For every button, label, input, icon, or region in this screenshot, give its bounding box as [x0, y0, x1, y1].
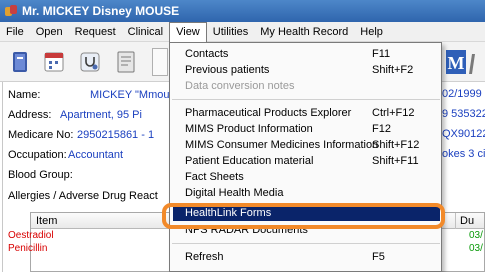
- menu-item-label: Fact Sheets: [185, 171, 244, 183]
- menu-item-mims-consumer-medicines-information[interactable]: MIMS Consumer Medicines Information Shif…: [185, 138, 440, 153]
- menu-item-shortcut: Shift+F2: [372, 64, 414, 76]
- blood-group-label: Blood Group:: [8, 169, 73, 181]
- menu-item-label: NPS RADAR Documents: [185, 224, 308, 236]
- menu-item-label: MIMS Product Information: [185, 123, 313, 135]
- dob-value: 02/1999: [442, 88, 482, 100]
- allergies-label: Allergies / Adverse Drug React: [8, 190, 158, 202]
- menu-clinical[interactable]: Clinical: [122, 22, 169, 42]
- menu-item-label: Data conversion notes: [185, 80, 295, 92]
- menu-utilities[interactable]: Utilities: [207, 22, 254, 42]
- menu-separator: [172, 99, 440, 100]
- calendar-icon[interactable]: [40, 48, 68, 76]
- menu-separator: [172, 243, 440, 244]
- menu-my-health-record[interactable]: My Health Record: [254, 22, 354, 42]
- address-value[interactable]: Apartment, 95 Pi: [60, 108, 142, 122]
- address-label: Address:: [8, 109, 52, 121]
- menu-item-label: Patient Education material: [185, 155, 314, 167]
- menu-item-patient-education-material[interactable]: Patient Education material Shift+F11: [185, 154, 440, 169]
- menu-item-mims-product-information[interactable]: MIMS Product Information F12: [185, 122, 440, 137]
- stethoscope-icon[interactable]: [76, 48, 104, 76]
- occupation-value[interactable]: Accountant: [68, 148, 123, 162]
- menu-item-refresh[interactable]: Refresh F5: [185, 250, 440, 265]
- view-menu: Contacts F11 Previous patients Shift+F2 …: [169, 42, 442, 272]
- menu-item-shortcut: Shift+F12: [372, 139, 420, 151]
- menu-item-label: Digital Health Media: [185, 187, 284, 199]
- menu-item-label: HealthLink Forms: [185, 207, 272, 219]
- window-title: Mr. MICKEY Disney MOUSE: [22, 4, 180, 18]
- grid-row-item[interactable]: Penicillin: [5, 243, 47, 255]
- column-header-date[interactable]: Du: [455, 214, 474, 228]
- app-icon: [4, 4, 18, 18]
- name-value[interactable]: MICKEY "Mmou: [90, 88, 170, 102]
- name-label: Name:: [8, 89, 41, 101]
- menu-item-shortcut: F11: [372, 48, 391, 60]
- menu-item-label: Pharmaceutical Products Explorer: [185, 107, 352, 119]
- menu-item-data-conversion-notes: Data conversion notes: [185, 79, 440, 94]
- menu-item-pharmaceutical-products-explorer[interactable]: Pharmaceutical Products Explorer Ctrl+F1…: [185, 106, 440, 121]
- menu-help[interactable]: Help: [354, 22, 389, 42]
- grid-row-date: 03/: [469, 230, 483, 241]
- grid-row-date: 03/: [469, 243, 483, 254]
- menu-item-label: Refresh: [185, 251, 224, 263]
- menu-item-label: Contacts: [185, 48, 229, 60]
- menu-file[interactable]: File: [0, 22, 30, 42]
- mims-icon[interactable]: M: [446, 48, 482, 78]
- menu-item-fact-sheets[interactable]: Fact Sheets: [185, 170, 440, 185]
- medicare-label: Medicare No:: [8, 129, 74, 141]
- dva-value: QX901226: [442, 128, 485, 140]
- menubar: File Open Request Clinical View Utilitie…: [0, 21, 485, 42]
- toolbar-separator: [152, 48, 168, 76]
- smoking-value: okes 3 ci: [442, 148, 485, 160]
- svg-text:M: M: [448, 53, 465, 73]
- menu-item-healthlink-forms[interactable]: HealthLink Forms: [173, 206, 440, 221]
- menu-open[interactable]: Open: [30, 22, 69, 42]
- menu-item-label: Previous patients: [185, 64, 270, 76]
- menu-request[interactable]: Request: [69, 22, 122, 42]
- notes-icon[interactable]: [112, 48, 140, 76]
- menu-item-nps-radar-documents[interactable]: NPS RADAR Documents: [185, 223, 440, 238]
- menu-item-shortcut: F5: [372, 251, 385, 263]
- phone-value: 9 535322: [442, 108, 485, 120]
- column-header-item[interactable]: Item: [31, 214, 57, 228]
- menu-item-previous-patients[interactable]: Previous patients Shift+F2: [185, 63, 440, 78]
- window-titlebar: Mr. MICKEY Disney MOUSE: [0, 0, 485, 22]
- menu-item-label: MIMS Consumer Medicines Information: [185, 139, 379, 151]
- grid-row-item[interactable]: Oestradiol: [5, 230, 54, 242]
- menu-item-shortcut: F12: [372, 123, 391, 135]
- menu-item-contacts[interactable]: Contacts F11: [185, 47, 440, 62]
- menu-view[interactable]: View: [169, 21, 207, 42]
- menu-item-digital-health-media[interactable]: Digital Health Media: [185, 186, 440, 201]
- menu-item-shortcut: Shift+F11: [372, 155, 419, 167]
- book-icon[interactable]: [6, 48, 34, 76]
- occupation-label: Occupation:: [8, 149, 67, 161]
- menu-item-shortcut: Ctrl+F12: [372, 107, 415, 119]
- medicare-value[interactable]: 2950215861 - 1: [77, 128, 154, 142]
